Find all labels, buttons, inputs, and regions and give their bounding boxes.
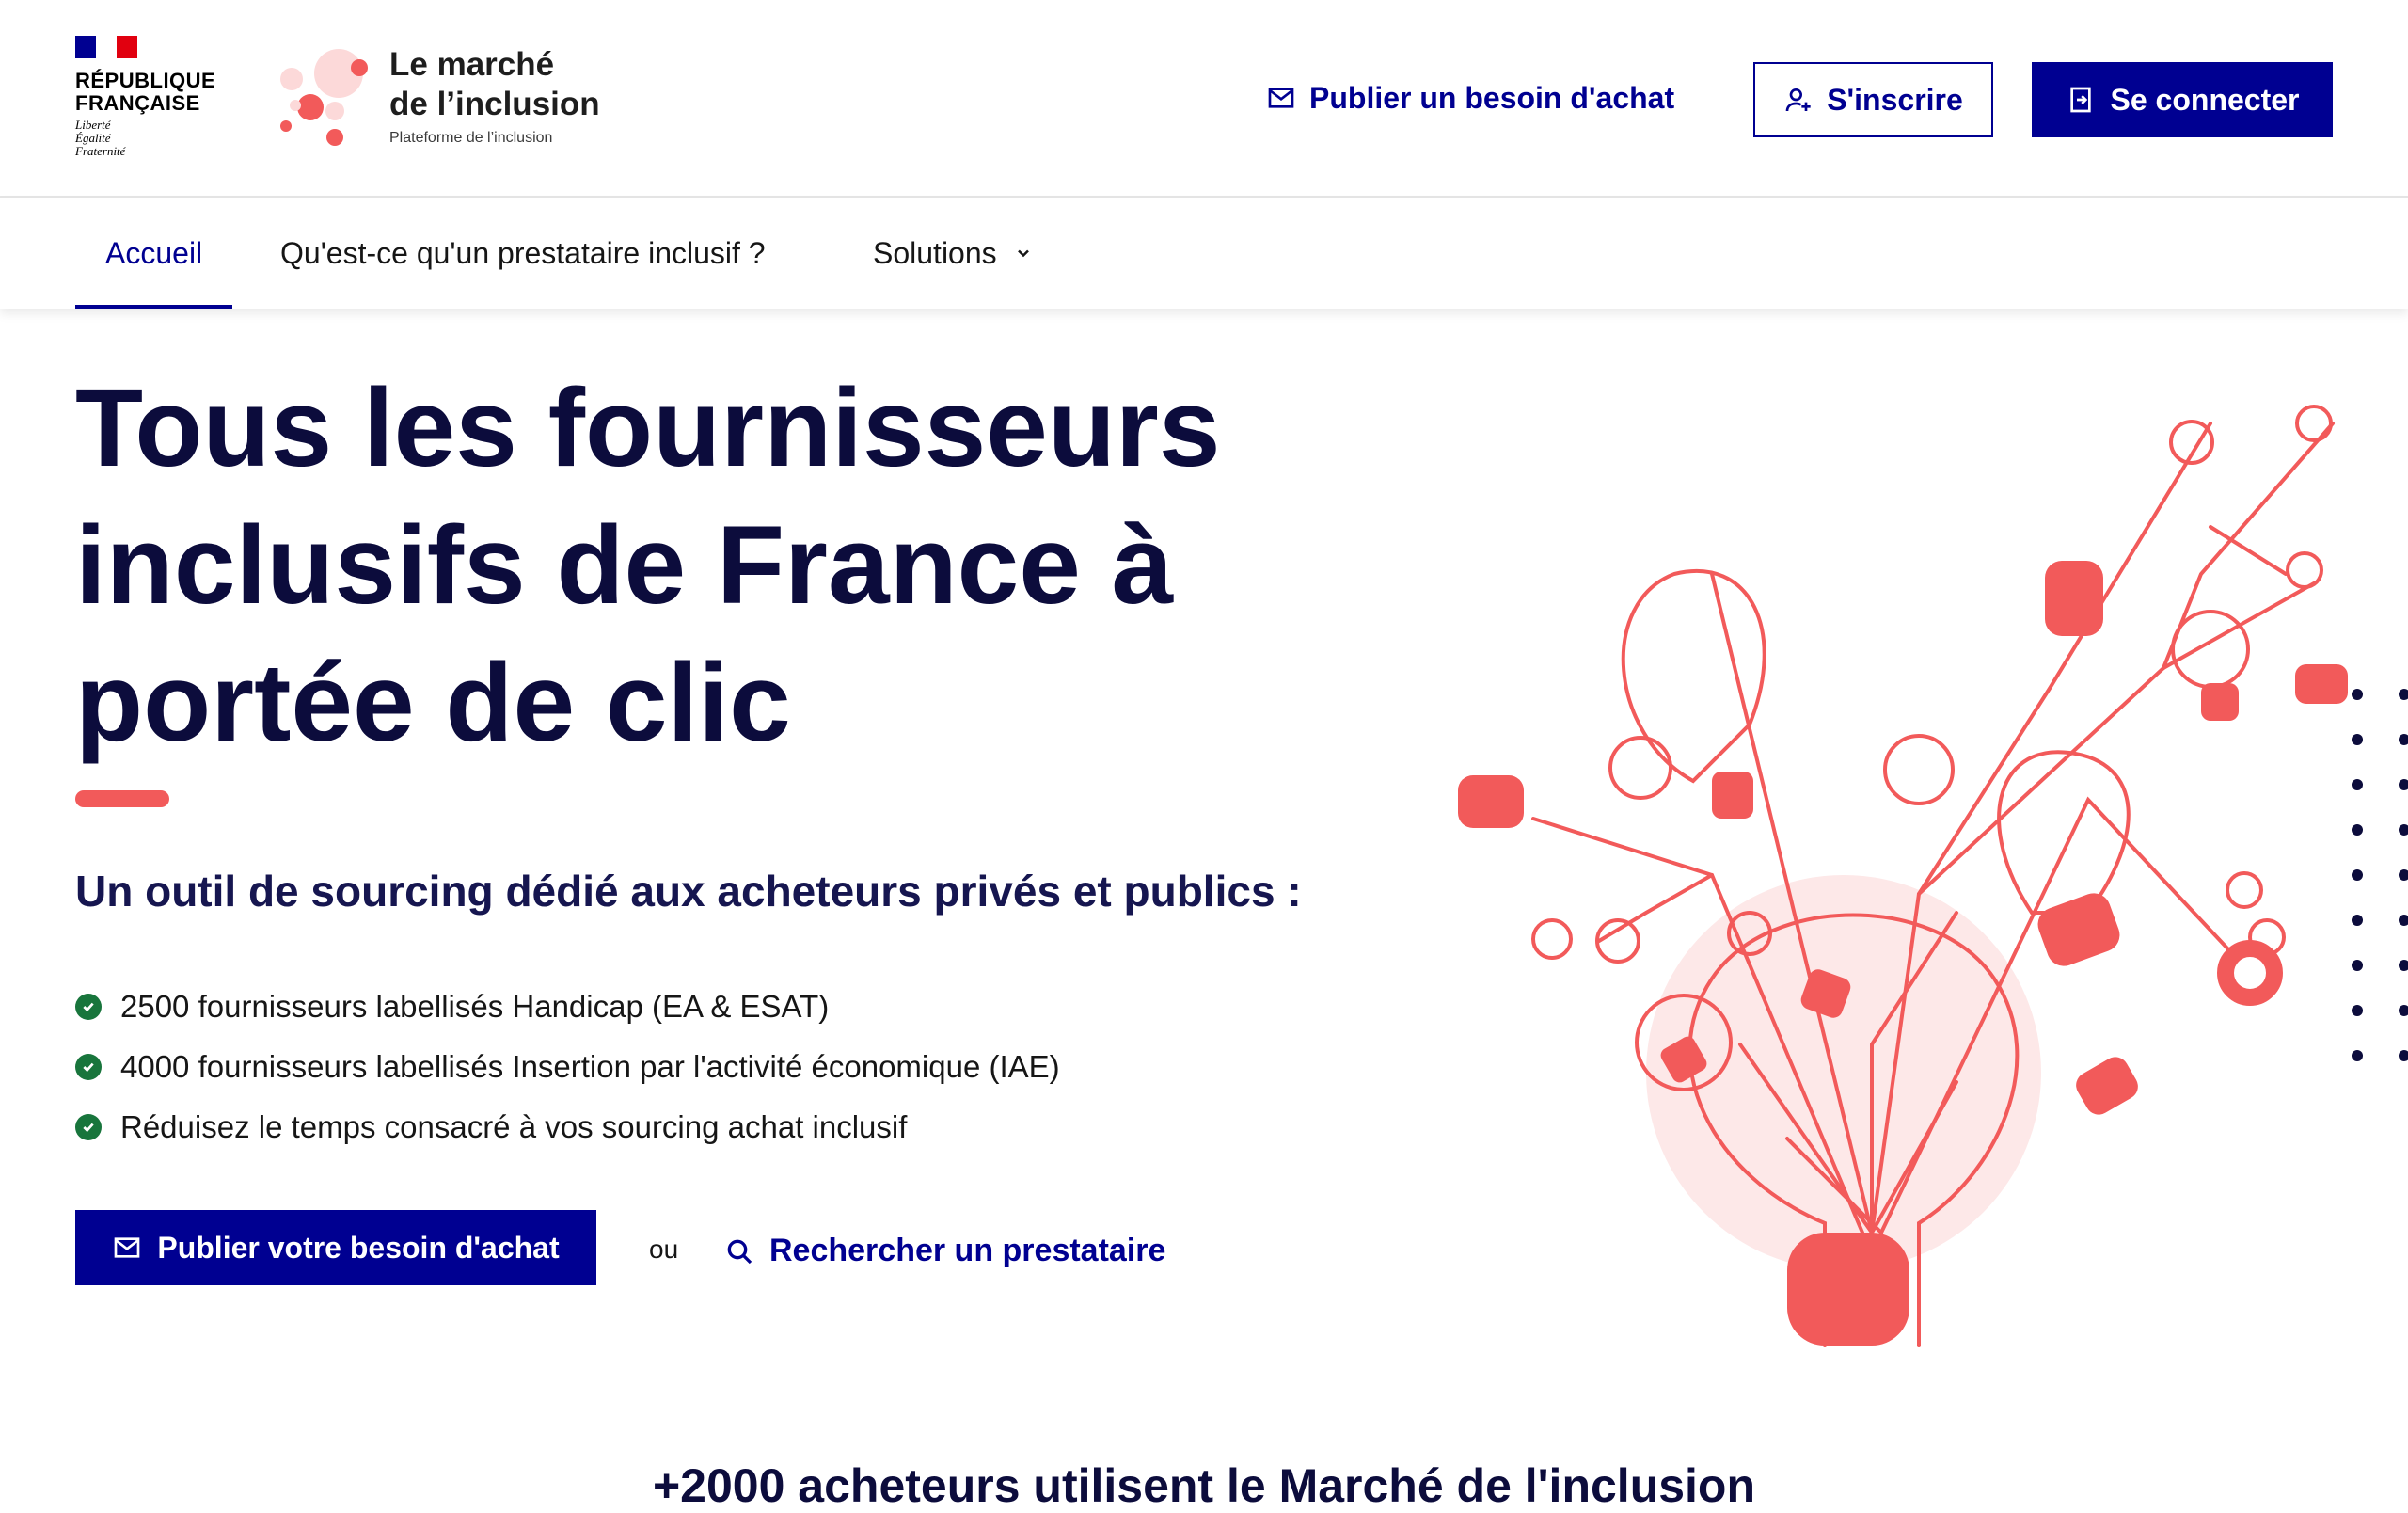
hero-title: Tous les fournisseurs inclusifs de Franc… (75, 366, 1221, 765)
signup-button-label: S'inscrire (1827, 82, 1963, 117)
mail-send-icon (1268, 88, 1294, 108)
publish-need-button-label: Publier votre besoin d'achat (157, 1230, 560, 1265)
stats-heading: +2000 acheteurs utilisent le Marché de l… (652, 1459, 1756, 1512)
login-button[interactable]: Se connecter (2032, 62, 2333, 137)
list-item: 2500 fournisseurs labellisés Handicap (E… (75, 977, 1060, 1037)
brand-dots-icon (280, 49, 368, 146)
user-add-icon (1785, 88, 1811, 112)
check-circle-icon (75, 1114, 102, 1140)
brand-tagline: Plateforme de l’inclusion (389, 130, 553, 146)
mail-send-icon (115, 1237, 140, 1258)
site-header: RÉPUBLIQUE FRANÇAISE Liberté Égalité Fra… (0, 0, 2408, 198)
signup-button[interactable]: S'inscrire (1753, 62, 1993, 137)
list-item: 4000 fournisseurs labellisés Insertion p… (75, 1037, 1060, 1097)
publish-need-link-label: Publier un besoin d'achat (1309, 80, 1675, 115)
list-item: Réduisez le temps consacré à vos sourcin… (75, 1097, 1060, 1157)
check-circle-icon (75, 1054, 102, 1080)
check-circle-icon (75, 994, 102, 1020)
search-provider-link-label: Rechercher un prestataire (769, 1233, 1166, 1268)
french-flag-icon (75, 36, 137, 58)
brand-name-line1: Le marché (389, 46, 555, 83)
lightbulb-illustration (1458, 405, 2408, 1347)
publish-need-button[interactable]: Publier votre besoin d'achat (75, 1210, 596, 1285)
hero-subtitle: Un outil de sourcing dédié aux acheteurs… (75, 867, 1302, 916)
brand-name-line2: de l’inclusion (389, 86, 600, 122)
chevron-down-icon (1017, 249, 1029, 258)
nav-item-solutions[interactable]: Solutions (873, 198, 1033, 309)
login-icon (2069, 87, 2091, 113)
login-button-label: Se connecter (2110, 82, 2300, 117)
search-icon (727, 1239, 752, 1264)
search-provider-link[interactable]: Rechercher un prestataire (724, 1233, 1165, 1269)
brand-logo[interactable]: Le marché de l’inclusion Plateforme de l… (277, 45, 615, 158)
main-navigation: Accueil Qu'est-ce qu'un prestataire incl… (0, 198, 2408, 309)
feature-list: 2500 fournisseurs labellisés Handicap (E… (75, 977, 1060, 1157)
nav-item-accueil[interactable]: Accueil (75, 198, 233, 309)
nav-item-prestataire-inclusif[interactable]: Qu'est-ce qu'un prestataire inclusif ? (280, 198, 766, 309)
dot-grid-decoration (2352, 689, 2408, 1061)
republic-motto: Liberté Égalité Fraternité (75, 118, 126, 158)
title-underline-decoration (75, 790, 169, 807)
republic-name: RÉPUBLIQUE FRANÇAISE (75, 69, 216, 115)
publish-need-link[interactable]: Publier un besoin d'achat (1266, 79, 1674, 117)
or-separator: ou (649, 1234, 679, 1264)
republique-francaise-logo[interactable]: RÉPUBLIQUE FRANÇAISE Liberté Égalité Fra… (75, 36, 226, 158)
